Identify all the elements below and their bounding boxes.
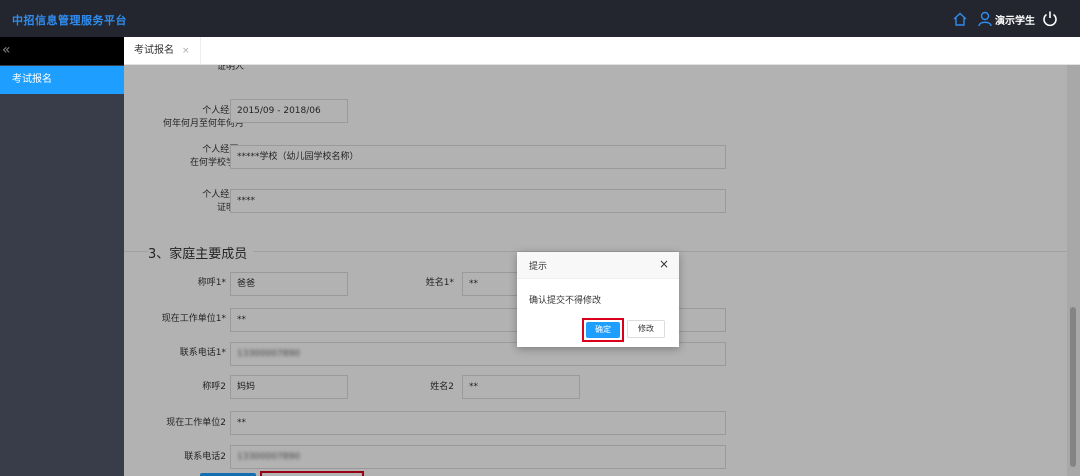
app-title: 中招信息管理服务平台 [12, 14, 127, 27]
close-icon[interactable]: × [659, 257, 669, 271]
sidebar-collapse[interactable]: « [0, 37, 124, 65]
user-icon[interactable] [978, 11, 992, 27]
confirm-dialog: 提示 × 确认提交不得修改 确定 修改 [517, 252, 679, 347]
close-icon[interactable]: × [182, 46, 190, 56]
highlight-box: 确定 [582, 318, 624, 342]
confirm-button[interactable]: 确定 [586, 322, 620, 338]
tab-bar: 考试报名 × [124, 37, 1080, 65]
sidebar-item-exam-registration[interactable]: 考试报名 [0, 66, 124, 94]
tab-exam-registration[interactable]: 考试报名 × [124, 37, 201, 64]
double-chevron-left-icon[interactable]: « [2, 42, 11, 58]
dialog-header: 提示 × [517, 252, 679, 279]
dialog-message: 确认提交不得修改 [529, 296, 602, 306]
dialog-title: 提示 [529, 262, 548, 272]
edit-button[interactable]: 修改 [627, 320, 665, 338]
power-icon[interactable] [1042, 10, 1058, 27]
top-bar: 中招信息管理服务平台 演示学生 [0, 0, 1080, 37]
home-icon[interactable] [952, 11, 968, 27]
sidebar-item-label: 考试报名 [12, 74, 52, 85]
sidebar: « 考试报名 [0, 37, 124, 476]
tab-label: 考试报名 [134, 45, 174, 56]
user-name[interactable]: 演示学生 [995, 12, 1035, 27]
